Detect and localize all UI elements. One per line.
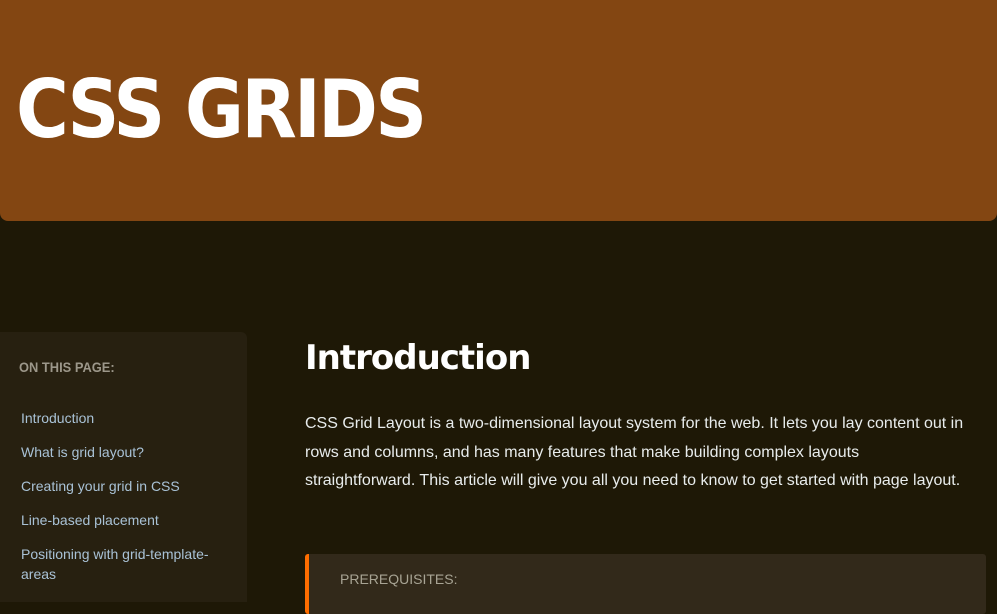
intro-paragraph: CSS Grid Layout is a two-dimensional lay…	[305, 415, 964, 489]
toc-link-grid-template-areas[interactable]: Positioning with grid-template-areas	[21, 544, 236, 584]
toc-heading: ON THIS PAGE:	[19, 359, 115, 375]
main-content: Introduction CSS Grid Layout is a two-di…	[305, 336, 985, 496]
toc-link-introduction[interactable]: Introduction	[21, 408, 236, 428]
section-heading: Introduction	[305, 338, 531, 378]
table-of-contents: ON THIS PAGE: Introduction What is grid …	[0, 332, 247, 602]
prerequisites-label: PREREQUISITES:	[340, 571, 458, 587]
toc-link-what-is-grid-layout[interactable]: What is grid layout?	[21, 442, 236, 462]
toc-link-line-based-placement[interactable]: Line-based placement	[21, 510, 236, 530]
toc-link-creating-grid[interactable]: Creating your grid in CSS	[21, 476, 236, 496]
page-title: CSS GRIDS	[16, 63, 427, 156]
prerequisites-box: PREREQUISITES:	[305, 554, 986, 614]
hero-banner: CSS GRIDS	[0, 0, 997, 221]
